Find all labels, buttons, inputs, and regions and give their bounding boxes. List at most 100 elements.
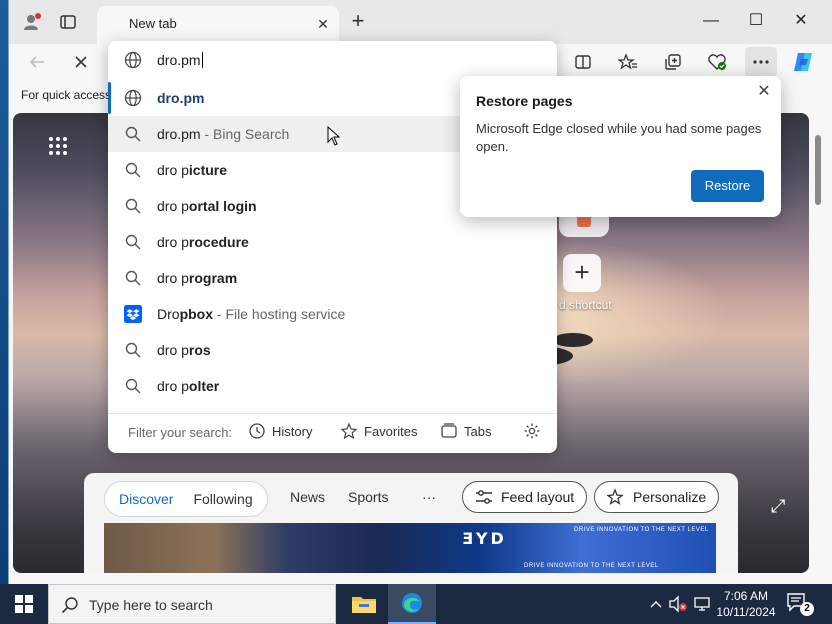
dropbox-icon bbox=[124, 305, 142, 323]
suggestion-completion: olter bbox=[188, 378, 220, 394]
favorites-bar-text: For quick access bbox=[21, 88, 112, 102]
collections-icon[interactable] bbox=[657, 47, 689, 77]
favorites-icon[interactable] bbox=[612, 47, 644, 77]
search-icon bbox=[61, 596, 79, 617]
new-tab-button[interactable]: + bbox=[347, 10, 369, 33]
copilot-icon[interactable] bbox=[787, 47, 819, 77]
taskbar-search-placeholder: Type here to search bbox=[89, 597, 213, 613]
profile-icon[interactable] bbox=[21, 11, 43, 33]
filter-history-button[interactable]: History bbox=[248, 422, 312, 440]
feed-tab-group: Discover Following bbox=[104, 481, 268, 517]
notification-center-button[interactable]: 2 bbox=[786, 592, 814, 616]
suggestion-typed: dro p bbox=[157, 162, 189, 178]
maximize-button[interactable]: ☐ bbox=[744, 10, 768, 32]
suggestion-completion: ros bbox=[188, 342, 211, 358]
suggestion-text: Dropbox - File hosting service bbox=[157, 306, 345, 322]
search-filter-row: Filter your search: History Favorites Ta… bbox=[108, 413, 557, 453]
gear-icon bbox=[524, 423, 540, 439]
feed-ad-image[interactable]: ƎYD DRIVE INNOVATION TO THE NEXT LEVEL D… bbox=[104, 523, 716, 573]
suggestion-typed: dro p bbox=[157, 378, 189, 394]
desktop-background bbox=[0, 0, 8, 584]
close-tab-icon[interactable]: ✕ bbox=[315, 16, 331, 32]
suggestion-item[interactable]: dro procedure bbox=[108, 224, 557, 260]
address-input[interactable]: dro.pm bbox=[157, 52, 203, 68]
start-button[interactable] bbox=[0, 584, 48, 624]
scrollbar-thumb[interactable] bbox=[815, 135, 821, 205]
feed-link-sports[interactable]: Sports bbox=[348, 489, 388, 505]
apps-launcher-icon[interactable] bbox=[49, 137, 67, 155]
popup-title: Restore pages bbox=[476, 93, 573, 109]
tab-title: New tab bbox=[129, 16, 177, 31]
tab-discover[interactable]: Discover bbox=[109, 491, 183, 507]
filter-favorites-button[interactable]: Favorites bbox=[340, 422, 417, 440]
tabs-icon bbox=[441, 423, 457, 438]
filter-tabs-button[interactable]: Tabs bbox=[440, 422, 491, 440]
suggestion-item[interactable]: dro polter bbox=[108, 368, 557, 404]
ad-tagline: DRIVE INNOVATION TO THE NEXT LEVEL bbox=[524, 563, 659, 569]
suggestion-typed: Dro bbox=[157, 306, 180, 322]
ad-tagline: DRIVE INNOVATION TO THE NEXT LEVEL bbox=[574, 527, 709, 533]
tab-actions-icon[interactable] bbox=[57, 11, 79, 33]
suggestion-source: - File hosting service bbox=[213, 306, 346, 322]
sliders-icon bbox=[476, 490, 492, 504]
filter-tabs-label: Tabs bbox=[464, 423, 492, 439]
feed-layout-button[interactable]: Feed layout bbox=[462, 481, 588, 513]
filter-label: Filter your search: bbox=[128, 425, 233, 440]
restore-button[interactable]: Restore bbox=[691, 170, 764, 202]
search-icon bbox=[124, 197, 142, 215]
suggestion-typed: dro p bbox=[157, 342, 189, 358]
expand-icon[interactable]: ⤢ bbox=[771, 496, 785, 517]
mouse-cursor-icon bbox=[327, 126, 341, 146]
network-icon[interactable] bbox=[692, 594, 712, 614]
feed-layout-label: Feed layout bbox=[501, 489, 575, 505]
settings-more-icon[interactable] bbox=[745, 47, 777, 77]
search-icon bbox=[124, 377, 142, 395]
add-shortcut-button[interactable]: + bbox=[563, 254, 601, 292]
more-icon[interactable]: ··· bbox=[422, 489, 436, 505]
file-explorer-taskbar-button[interactable] bbox=[340, 584, 388, 624]
search-settings-button[interactable] bbox=[523, 422, 541, 440]
suggestion-completion: pbox bbox=[179, 306, 214, 322]
back-button[interactable] bbox=[21, 47, 53, 77]
address-bar[interactable]: dro.pm bbox=[108, 41, 557, 79]
suggestion-source: - Bing Search bbox=[200, 126, 290, 142]
search-icon bbox=[124, 125, 142, 143]
split-screen-icon[interactable] bbox=[567, 47, 599, 77]
volume-muted-icon[interactable] bbox=[668, 594, 688, 614]
page-scrollbar[interactable] bbox=[809, 113, 829, 573]
globe-icon bbox=[124, 51, 142, 72]
suggestion-text: dro procedure bbox=[157, 234, 249, 250]
suggestion-typed: dro p bbox=[157, 270, 189, 286]
suggestion-text: dro portal login bbox=[157, 198, 257, 214]
suggestion-text: dro program bbox=[157, 270, 237, 286]
chevron-up-icon[interactable] bbox=[646, 594, 666, 614]
personalize-button[interactable]: Personalize bbox=[594, 481, 720, 513]
suggestion-item[interactable]: dro program bbox=[108, 260, 557, 296]
close-icon[interactable]: ✕ bbox=[756, 84, 772, 100]
feed-link-news[interactable]: News bbox=[290, 489, 325, 505]
suggestion-text: dro pros bbox=[157, 342, 211, 358]
suggestion-text: dro picture bbox=[157, 162, 227, 178]
close-window-button[interactable]: ✕ bbox=[789, 10, 813, 32]
suggestion-item[interactable]: Dropbox - File hosting service bbox=[108, 296, 557, 332]
suggestion-item[interactable]: dro pros bbox=[108, 332, 557, 368]
filter-history-label: History bbox=[272, 423, 313, 439]
globe-icon bbox=[124, 89, 142, 107]
tab-following[interactable]: Following bbox=[183, 491, 262, 507]
clock-time: 7:06 AM bbox=[723, 589, 769, 603]
star-icon bbox=[340, 422, 358, 440]
edge-taskbar-button[interactable] bbox=[388, 584, 436, 624]
suggestion-completion: dro.pm bbox=[157, 90, 205, 106]
minimize-button[interactable]: — bbox=[699, 10, 723, 32]
search-icon bbox=[124, 269, 142, 287]
tab-new-tab[interactable]: New tab ✕ bbox=[97, 6, 339, 44]
taskbar-search-box[interactable]: Type here to search bbox=[48, 584, 336, 624]
suggestion-completion: rogram bbox=[188, 270, 238, 286]
browser-essentials-icon[interactable] bbox=[701, 47, 733, 77]
folder-icon bbox=[352, 597, 376, 613]
stop-loading-button[interactable] bbox=[65, 47, 97, 77]
text-caret bbox=[201, 52, 203, 68]
system-clock[interactable]: 7:06 AM 10/11/2024 bbox=[716, 588, 776, 620]
suggestion-typed: dro.pm bbox=[157, 126, 201, 142]
edge-icon bbox=[402, 593, 422, 613]
